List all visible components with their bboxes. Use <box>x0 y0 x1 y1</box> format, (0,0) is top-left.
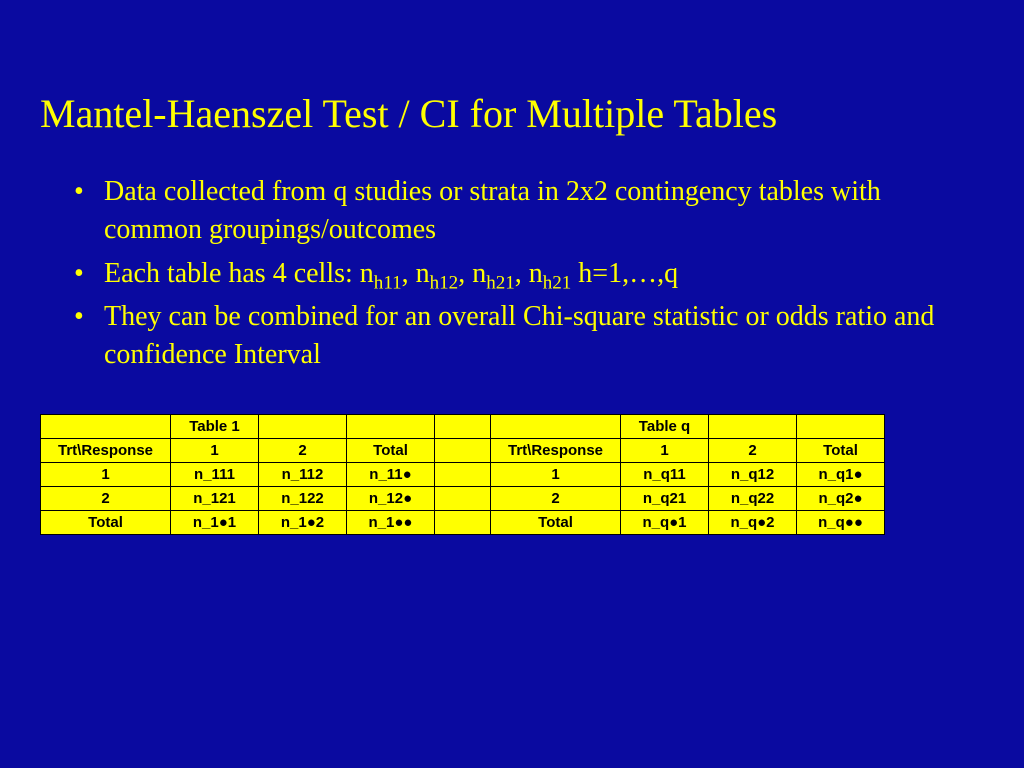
bullet-item: They can be combined for an overall Chi-… <box>74 298 964 374</box>
cell <box>347 414 435 438</box>
cell <box>709 414 797 438</box>
cell: n_q12 <box>709 462 797 486</box>
cell: 2 <box>259 438 347 462</box>
cell: Total <box>41 510 171 534</box>
bullet-text: , n <box>458 258 486 289</box>
cell: n_1●● <box>347 510 435 534</box>
cell: 1 <box>621 438 709 462</box>
cell: n_1●2 <box>259 510 347 534</box>
cell-spacer <box>435 438 491 462</box>
cell: n_q1● <box>797 462 885 486</box>
cell: n_q2● <box>797 486 885 510</box>
cell: 1 <box>171 438 259 462</box>
bullet-item: Data collected from q studies or strata … <box>74 173 964 249</box>
cell: n_q21 <box>621 486 709 510</box>
bullet-text: h=1,…,q <box>571 258 678 289</box>
cell <box>491 414 621 438</box>
tables-container: Table 1 Table q Trt\Response 1 2 Total T… <box>40 414 980 535</box>
cell: Table 1 <box>171 414 259 438</box>
cell-spacer <box>435 414 491 438</box>
cell: n_q22 <box>709 486 797 510</box>
cell: Trt\Response <box>491 438 621 462</box>
table-row: 1 n_111 n_112 n_11● 1 n_q11 n_q12 n_q1● <box>41 462 885 486</box>
bullet-text: , n <box>402 258 430 289</box>
subscript: h21 <box>486 272 515 293</box>
cell: 1 <box>41 462 171 486</box>
cell <box>797 414 885 438</box>
cell: 2 <box>491 486 621 510</box>
contingency-tables: Table 1 Table q Trt\Response 1 2 Total T… <box>40 414 885 535</box>
cell: n_q●● <box>797 510 885 534</box>
cell: n_q●2 <box>709 510 797 534</box>
cell: Trt\Response <box>41 438 171 462</box>
cell-spacer <box>435 462 491 486</box>
cell-spacer <box>435 486 491 510</box>
cell: n_111 <box>171 462 259 486</box>
cell: Table q <box>621 414 709 438</box>
table-row: Table 1 Table q <box>41 414 885 438</box>
bullet-list: Data collected from q studies or strata … <box>74 173 964 374</box>
cell: Total <box>491 510 621 534</box>
subscript: h12 <box>430 272 459 293</box>
cell: Total <box>797 438 885 462</box>
cell: 2 <box>709 438 797 462</box>
cell: n_122 <box>259 486 347 510</box>
cell: n_q11 <box>621 462 709 486</box>
cell: n_121 <box>171 486 259 510</box>
bullet-text: Each table has 4 cells: n <box>104 258 374 289</box>
bullet-text: , n <box>515 258 543 289</box>
table-row: Trt\Response 1 2 Total Trt\Response 1 2 … <box>41 438 885 462</box>
table-row: 2 n_121 n_122 n_12● 2 n_q21 n_q22 n_q2● <box>41 486 885 510</box>
cell: n_12● <box>347 486 435 510</box>
slide-title: Mantel-Haenszel Test / CI for Multiple T… <box>40 90 984 137</box>
subscript: h11 <box>374 272 402 293</box>
cell <box>41 414 171 438</box>
cell <box>259 414 347 438</box>
cell: Total <box>347 438 435 462</box>
cell: n_11● <box>347 462 435 486</box>
cell: n_1●1 <box>171 510 259 534</box>
cell: n_112 <box>259 462 347 486</box>
bullet-item: Each table has 4 cells: nh11, nh12, nh21… <box>74 255 964 293</box>
subscript: h21 <box>543 272 572 293</box>
cell: 2 <box>41 486 171 510</box>
cell-spacer <box>435 510 491 534</box>
cell: n_q●1 <box>621 510 709 534</box>
table-row: Total n_1●1 n_1●2 n_1●● Total n_q●1 n_q●… <box>41 510 885 534</box>
cell: 1 <box>491 462 621 486</box>
